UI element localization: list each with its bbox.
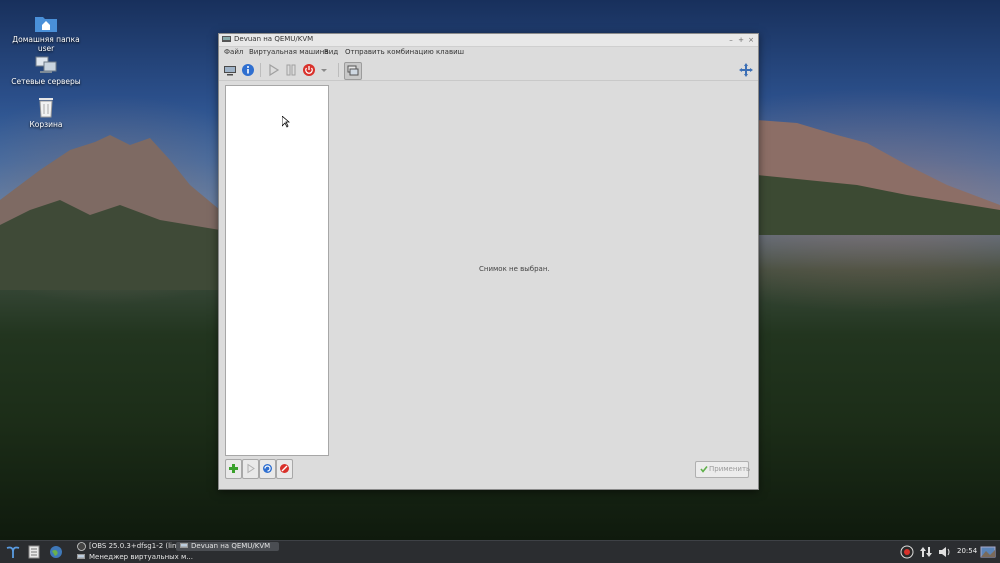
shutdown-menu-button[interactable]: [319, 62, 329, 78]
desktop-icon-network-label: Сетевые серверы: [11, 77, 81, 86]
taskbar: [OBS 25.0.3+dfsg1-2 (linux) - ... Devuan…: [0, 540, 1000, 563]
desktop-icon-network[interactable]: Сетевые серверы: [6, 55, 86, 86]
vm-window: Devuan на QEMU/KVM – + × Файл Виртуальна…: [218, 33, 759, 490]
desktop-icon-home-label: Домашняя папка user: [12, 35, 80, 53]
toolbar: [219, 60, 758, 81]
add-snapshot-button[interactable]: [225, 459, 242, 479]
task-vm-manager[interactable]: Менеджер виртуальных м...: [89, 553, 193, 561]
start-menu-button[interactable]: [5, 544, 21, 560]
start-snapshot-button[interactable]: [242, 459, 259, 479]
monitor-icon: [224, 66, 236, 76]
toolbar-separator: [338, 63, 339, 77]
tray-volume-button[interactable]: [937, 544, 953, 560]
menu-send-key[interactable]: Отправить комбинацию клавиш: [345, 48, 464, 56]
mouse-cursor-icon: [282, 116, 290, 128]
snapshots-button[interactable]: [344, 62, 362, 80]
task-devuan[interactable]: Devuan на QEMU/KVM: [191, 542, 270, 550]
minimize-button[interactable]: –: [726, 34, 736, 46]
info-icon: [242, 64, 254, 76]
menubar: Файл Виртуальная машина Вид Отправить ко…: [219, 47, 758, 59]
tray-network-button[interactable]: [918, 544, 934, 560]
checkmark-icon: [700, 466, 708, 473]
menu-view[interactable]: Вид: [324, 48, 338, 56]
vm-app-icon: [77, 554, 85, 559]
maximize-button[interactable]: +: [736, 34, 746, 46]
power-icon: [303, 64, 315, 76]
file-manager-launcher[interactable]: [26, 544, 42, 560]
vm-app-icon: [180, 543, 188, 548]
apply-button[interactable]: Применить: [695, 461, 751, 478]
desktop-icon-home[interactable]: Домашняя папка user: [6, 13, 86, 53]
snapshot-list[interactable]: [225, 85, 329, 456]
desktop-icon-trash[interactable]: Корзина: [6, 96, 86, 129]
tray-obs-button[interactable]: [899, 544, 915, 560]
play-icon: [247, 463, 255, 474]
right-mountain: [757, 120, 1000, 235]
menu-virtual-machine[interactable]: Виртуальная машина: [249, 48, 329, 56]
document-icon: [28, 545, 40, 559]
desktop-preview-icon: [980, 546, 996, 558]
refresh-snapshot-button[interactable]: [259, 459, 276, 479]
apply-button-label: Применить: [709, 465, 751, 473]
obs-icon: [77, 542, 86, 551]
show-desktop-button[interactable]: [980, 544, 996, 560]
start-menu-icon: [6, 546, 20, 558]
vm-app-icon: [222, 36, 231, 42]
menu-file[interactable]: Файл: [224, 48, 243, 56]
volume-icon: [939, 547, 950, 557]
network-arrows-icon: [920, 547, 932, 557]
globe-icon: [50, 546, 62, 558]
pause-button[interactable]: [283, 62, 299, 78]
trash-icon: [39, 98, 53, 118]
fullscreen-button[interactable]: [738, 62, 754, 78]
delete-snapshot-button[interactable]: [276, 459, 293, 479]
close-button[interactable]: ×: [746, 34, 756, 46]
desktop-icon-trash-label: Корзина: [29, 120, 63, 129]
chevron-down-icon: [321, 69, 327, 72]
network-servers-icon: [35, 56, 57, 73]
pause-icon: [286, 64, 296, 76]
play-icon: [269, 63, 280, 77]
snapshots-icon: [347, 65, 359, 76]
no-snapshot-message: Снимок не выбран.: [479, 265, 550, 273]
clock[interactable]: 20:54: [957, 547, 977, 555]
left-mountain: [0, 135, 220, 290]
browser-launcher[interactable]: [48, 544, 64, 560]
console-button[interactable]: [222, 62, 238, 78]
plus-icon: [229, 464, 238, 473]
refresh-icon: [263, 464, 272, 473]
record-icon: [900, 545, 914, 559]
run-button[interactable]: [265, 62, 281, 78]
details-button[interactable]: [240, 62, 256, 78]
shutdown-button[interactable]: [301, 62, 317, 78]
window-titlebar[interactable]: Devuan на QEMU/KVM – + ×: [219, 34, 758, 47]
window-title: Devuan на QEMU/KVM: [234, 35, 314, 43]
toolbar-separator: [260, 63, 261, 77]
home-folder-icon: [35, 17, 57, 32]
fullscreen-icon: [739, 63, 753, 77]
delete-icon: [280, 464, 289, 473]
